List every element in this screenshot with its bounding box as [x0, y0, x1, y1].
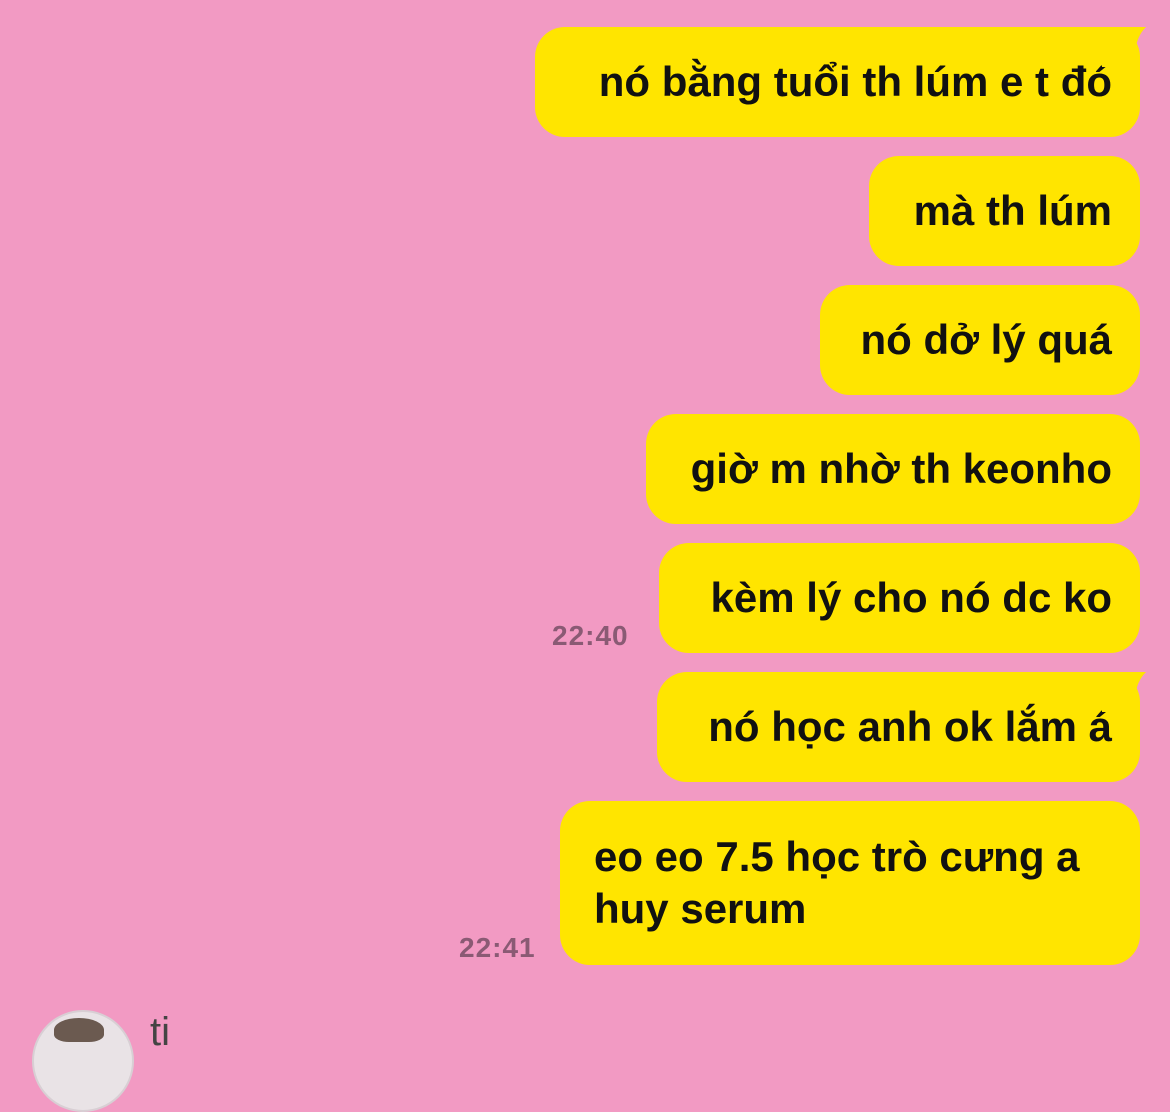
- avatar-hair: [54, 1018, 104, 1042]
- message-text: mà th lúm: [913, 187, 1112, 234]
- message-bubble[interactable]: nó học anh ok lắm á: [657, 672, 1146, 782]
- message-text: nó dở lý quá: [860, 316, 1112, 363]
- chat-thread: nó bằng tuổi th lúm e t đó mà th lúm nó …: [0, 0, 1170, 1112]
- sender-avatar[interactable]: [32, 1010, 134, 1112]
- sender-name: ti: [150, 1010, 170, 1054]
- bubble-tail: [1102, 27, 1146, 67]
- message-timestamp: 22:41: [459, 932, 536, 963]
- message-text: giờ m nhờ th keonho: [690, 445, 1112, 492]
- message-text: kèm lý cho nó dc ko: [710, 574, 1112, 621]
- message-bubble[interactable]: mà th lúm: [869, 156, 1140, 266]
- message-text: nó học anh ok lắm á: [708, 703, 1112, 750]
- message-bubble[interactable]: nó bằng tuổi th lúm e t đó: [535, 27, 1146, 137]
- message-bubble[interactable]: nó dở lý quá: [820, 285, 1140, 395]
- message-bubble[interactable]: eo eo 7.5 học trò cưng a huy serum: [560, 801, 1140, 965]
- bubble-tail: [1102, 672, 1146, 712]
- message-bubble[interactable]: kèm lý cho nó dc ko: [659, 543, 1140, 653]
- message-timestamp: 22:40: [552, 620, 629, 651]
- message-bubble[interactable]: giờ m nhờ th keonho: [646, 414, 1140, 524]
- message-text: nó bằng tuổi th lúm e t đó: [598, 58, 1112, 105]
- message-text: eo eo 7.5 học trò cưng a huy serum: [594, 833, 1080, 932]
